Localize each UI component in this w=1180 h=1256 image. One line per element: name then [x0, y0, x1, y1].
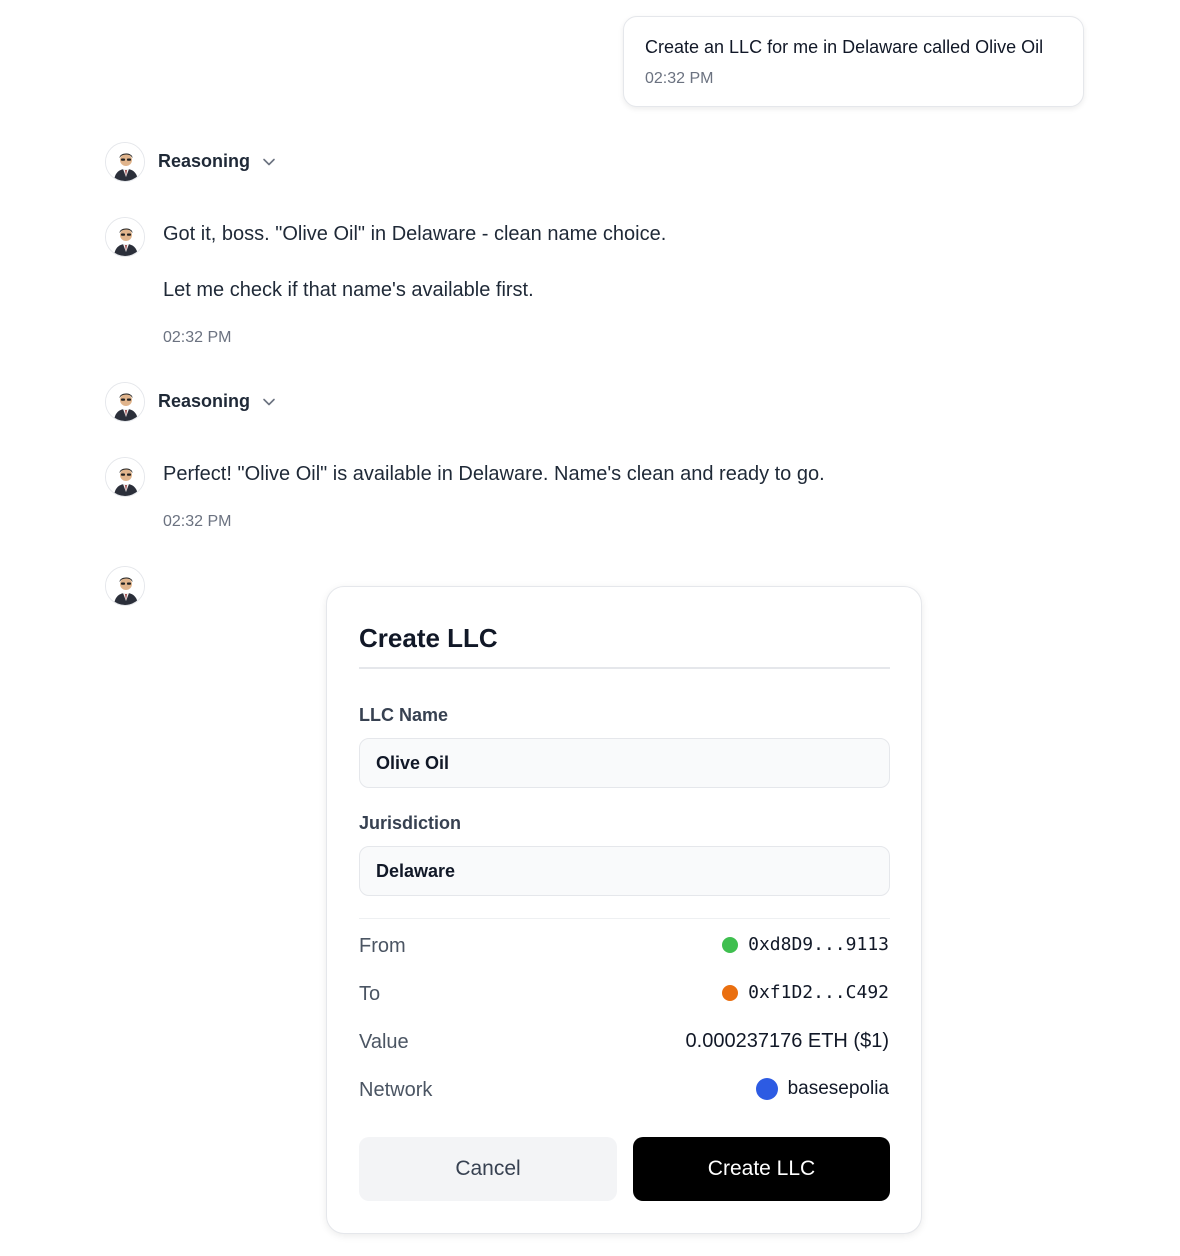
- assistant-message-1-paragraph-2: Let me check if that name's available fi…: [163, 279, 534, 301]
- from-address: 0xd8D9...9113: [722, 934, 889, 955]
- create-llc-card: Create LLC LLC Name Olive Oil Jurisdicti…: [326, 586, 922, 1234]
- transaction-value-text: 0.000237176 ETH ($1): [685, 1030, 889, 1052]
- create-llc-button-label: Create LLC: [707, 1157, 816, 1180]
- chevron-down-icon: [262, 395, 276, 409]
- reasoning-toggle-1[interactable]: Reasoning: [158, 151, 276, 172]
- cancel-button[interactable]: Cancel: [359, 1137, 617, 1201]
- llc-name-input[interactable]: Olive Oil: [359, 738, 890, 788]
- cancel-button-label: Cancel: [455, 1157, 521, 1180]
- jurisdiction-input[interactable]: Delaware: [359, 846, 890, 896]
- details-divider: [359, 918, 890, 919]
- reasoning-label: Reasoning: [158, 391, 251, 411]
- jurisdiction-value: Delaware: [376, 860, 456, 881]
- agent-avatar-icon: [105, 566, 145, 606]
- to-label: To: [359, 983, 381, 1005]
- assistant-message-2-paragraph-1: Perfect! "Olive Oil" is available in Del…: [163, 463, 825, 485]
- user-message-text: Create an LLC for me in Delaware called …: [645, 37, 1044, 57]
- assistant-message-2-time: 02:32 PM: [163, 513, 232, 530]
- value-label: Value: [359, 1031, 409, 1053]
- assistant-message-1-paragraph-1: Got it, boss. "Olive Oil" in Delaware - …: [163, 223, 667, 245]
- create-llc-button[interactable]: Create LLC: [633, 1137, 890, 1201]
- jurisdiction-label: Jurisdiction: [359, 813, 462, 833]
- network-value: basesepolia: [755, 1078, 889, 1100]
- card-title-divider: [359, 667, 890, 669]
- chevron-down-icon: [262, 155, 276, 169]
- network-label: Network: [359, 1079, 433, 1101]
- from-label: From: [359, 935, 406, 957]
- agent-avatar-icon: [105, 382, 145, 422]
- user-message-bubble: Create an LLC for me in Delaware called …: [623, 16, 1084, 107]
- agent-avatar-icon: [105, 457, 145, 497]
- to-address-value: 0xf1D2...C492: [748, 982, 889, 1003]
- from-address-value: 0xd8D9...9113: [748, 934, 889, 955]
- reasoning-toggle-2[interactable]: Reasoning: [158, 391, 276, 412]
- agent-avatar-icon: [105, 142, 145, 182]
- llc-name-value: Olive Oil: [376, 752, 450, 773]
- network-dot-icon: [755, 1078, 778, 1100]
- user-message-time: 02:32 PM: [645, 70, 714, 87]
- network-name: basesepolia: [787, 1078, 889, 1099]
- from-status-dot-icon: [722, 936, 739, 953]
- to-status-dot-icon: [722, 984, 739, 1001]
- to-address: 0xf1D2...C492: [722, 982, 889, 1003]
- card-title: Create LLC: [359, 623, 498, 653]
- agent-avatar-icon: [105, 217, 145, 257]
- llc-name-label: LLC Name: [359, 705, 449, 725]
- reasoning-label: Reasoning: [158, 151, 251, 171]
- assistant-message-1-time: 02:32 PM: [163, 329, 232, 346]
- transaction-value: 0.000237176 ETH ($1): [686, 1030, 889, 1053]
